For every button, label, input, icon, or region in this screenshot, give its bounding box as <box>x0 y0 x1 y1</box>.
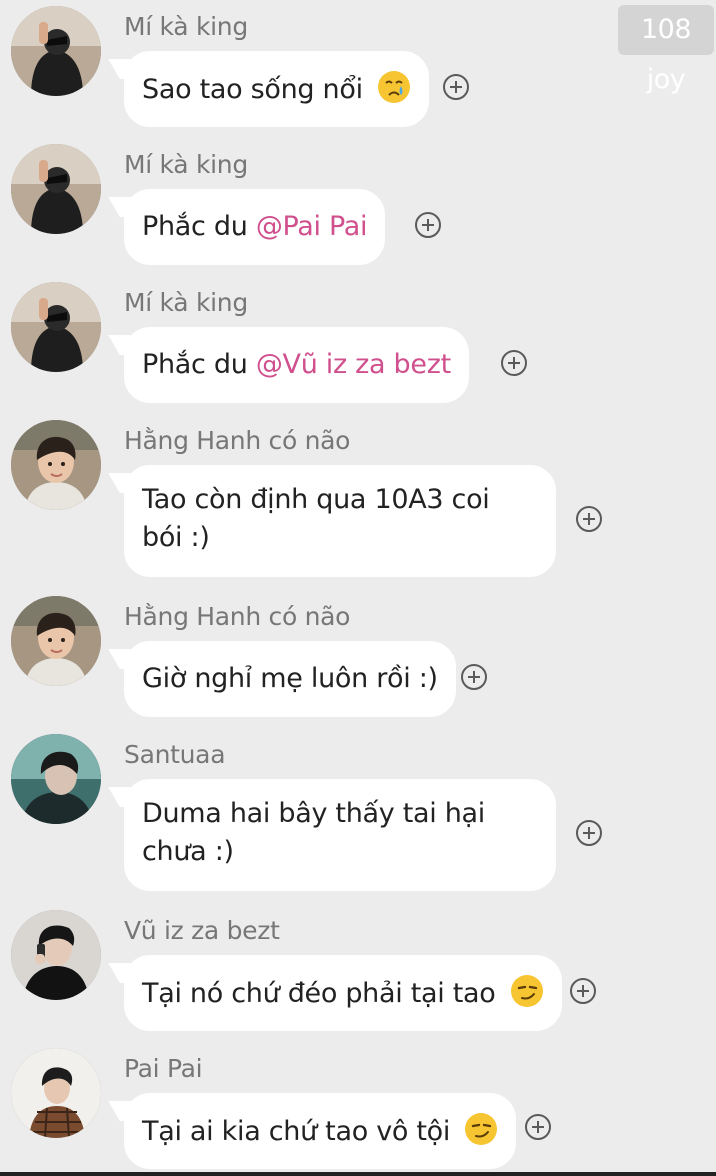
boy-portrait-icon <box>11 596 101 686</box>
sender-avatar[interactable] <box>11 6 101 96</box>
add-reaction-button[interactable] <box>570 978 596 1004</box>
sender-name: Hằng Hanh có não <box>124 602 351 631</box>
chat-message: Mí kà king Phắc du @Pai Pai <box>0 144 716 274</box>
message-bubble[interactable]: Giờ nghỉ mẹ luôn rồi :) <box>124 641 456 717</box>
message-bubble[interactable]: Phắc du @Vũ iz za bezt <box>124 327 469 403</box>
chat-message: Mí kà king Phắc du @Vũ iz za bezt <box>0 282 716 412</box>
plaid-jacket-icon <box>11 1048 101 1138</box>
sender-name: Mí kà king <box>124 288 248 317</box>
user-mention-link[interactable]: @Vũ iz za bezt <box>256 349 451 380</box>
chat-message: Santuaa Duma hai bây thấy tai hại chưa :… <box>0 734 716 899</box>
sender-avatar[interactable] <box>11 734 101 824</box>
bottom-divider <box>0 1172 716 1176</box>
message-bubble[interactable]: Sao tao sống nổi <box>124 51 430 127</box>
chat-message: Pai Pai Tại ai kia chứ tao vô tội <box>0 1048 716 1172</box>
hooded-person-icon <box>11 144 101 234</box>
add-reaction-button[interactable] <box>443 74 469 100</box>
sender-avatar[interactable] <box>11 420 101 510</box>
sender-name: Mí kà king <box>124 150 248 179</box>
sender-avatar[interactable] <box>11 282 101 372</box>
hooded-person-icon <box>11 282 101 372</box>
chat-message: Hằng Hanh có não Tao còn định qua 10A3 c… <box>0 420 716 585</box>
teal-portrait-icon <box>11 734 101 824</box>
add-reaction-button[interactable] <box>501 350 527 376</box>
sender-avatar[interactable] <box>11 144 101 234</box>
message-bubble[interactable]: Phắc du @Pai Pai <box>124 189 386 265</box>
sender-avatar[interactable] <box>11 910 101 1000</box>
sender-name: Santuaa <box>124 740 226 769</box>
add-reaction-button[interactable] <box>576 506 602 532</box>
sender-name: Mí kà king <box>124 12 248 41</box>
message-bubble[interactable]: Tại nó chứ đéo phải tại tao <box>124 955 562 1031</box>
message-text: Tại nó chứ đéo phải tại tao <box>142 978 496 1009</box>
smirking-face-emoji <box>465 1113 498 1145</box>
message-text: Phắc du <box>142 349 248 380</box>
add-reaction-button[interactable] <box>525 1114 551 1140</box>
sender-name: Hằng Hanh có não <box>124 426 351 455</box>
phone-portrait-icon <box>11 910 101 1000</box>
add-reaction-button[interactable] <box>415 212 441 238</box>
chat-message: Hằng Hanh có não Giờ nghỉ mẹ luôn rồi :) <box>0 596 716 726</box>
chat-message: Mí kà king Sao tao sống nổi <box>0 6 716 136</box>
message-text: Giờ nghỉ mẹ luôn rồi :) <box>142 663 438 694</box>
message-bubble[interactable]: Tao còn định qua 10A3 coi bói :) <box>124 465 556 577</box>
message-bubble[interactable]: Tại ai kia chứ tao vô tội <box>124 1093 517 1169</box>
smirking-face-emoji <box>510 975 543 1007</box>
message-text: Duma hai bây thấy tai hại chưa :) <box>142 798 485 867</box>
message-text: Phắc du <box>142 211 248 242</box>
message-text: Tao còn định qua 10A3 coi bói :) <box>142 484 490 553</box>
chat-message: Vũ iz za bezt Tại nó chứ đéo phải tại ta… <box>0 910 716 1040</box>
message-text: Sao tao sống nổi <box>142 74 363 105</box>
user-mention-link[interactable]: @Pai Pai <box>256 211 368 242</box>
sender-name: Vũ iz za bezt <box>124 916 280 945</box>
add-reaction-button[interactable] <box>461 664 487 690</box>
message-bubble[interactable]: Duma hai bây thấy tai hại chưa :) <box>124 779 556 891</box>
hooded-person-icon <box>11 6 101 96</box>
boy-portrait-icon <box>11 420 101 510</box>
sender-name: Pai Pai <box>124 1054 203 1083</box>
add-reaction-button[interactable] <box>576 820 602 846</box>
crying-face-emoji <box>378 71 411 103</box>
sender-avatar[interactable] <box>11 596 101 686</box>
message-text: Tại ai kia chứ tao vô tội <box>142 1116 451 1147</box>
sender-avatar[interactable] <box>11 1048 101 1138</box>
